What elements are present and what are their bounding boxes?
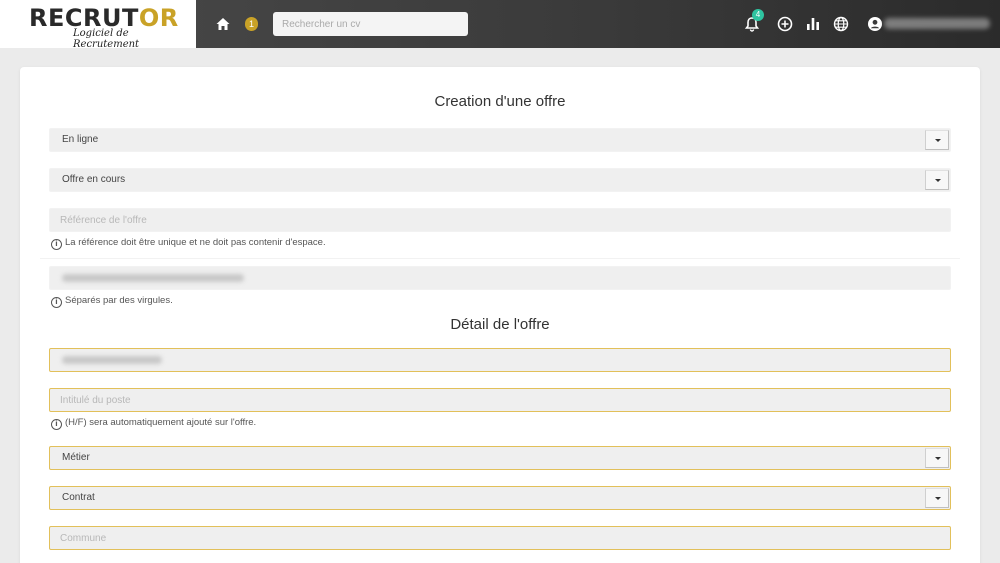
- metier-select-value: Métier: [62, 452, 90, 463]
- user-icon[interactable]: [866, 15, 884, 33]
- plus-circle-icon[interactable]: [776, 15, 794, 33]
- page-title: Creation d'une offre: [434, 93, 566, 110]
- status-select[interactable]: En ligne: [49, 128, 951, 152]
- job-title-help: i (H/F) sera automatiquement ajouté sur l…: [51, 417, 257, 430]
- home-icon[interactable]: [215, 16, 231, 32]
- chevron-down-icon[interactable]: [925, 170, 949, 190]
- tags-help: i Séparés par des virgules.: [51, 295, 173, 308]
- chevron-down-icon[interactable]: [925, 488, 949, 508]
- offer-state-select-value: Offre en cours: [62, 174, 126, 185]
- company-input[interactable]: redacted: [49, 348, 951, 372]
- reference-help-text: La référence doit être unique et ne doit…: [65, 237, 326, 248]
- tags-help-text: Séparés par des virgules.: [65, 295, 173, 306]
- status-select-value: En ligne: [62, 134, 99, 145]
- logo-subtitle: Logiciel de Recrutement: [73, 28, 140, 50]
- info-icon: i: [51, 297, 62, 308]
- notifications-count: 4: [752, 9, 764, 21]
- tags-input-value: redacted: [62, 274, 244, 282]
- user-name[interactable]: user name: [884, 18, 990, 29]
- info-icon: i: [51, 239, 62, 250]
- company-input-value: redacted: [62, 356, 162, 364]
- chevron-down-icon[interactable]: [925, 130, 949, 150]
- detail-section-title: Détail de l'offre: [450, 316, 550, 333]
- tags-input[interactable]: redacted: [49, 266, 951, 290]
- logo[interactable]: RECRUTOR Logiciel de Recrutement: [0, 0, 196, 50]
- reference-input[interactable]: [49, 208, 951, 232]
- offer-state-select[interactable]: Offre en cours: [49, 168, 951, 192]
- contrat-select[interactable]: Contrat: [49, 486, 951, 510]
- contrat-select-value: Contrat: [62, 492, 95, 503]
- top-navbar: RECRUTOR Logiciel de Recrutement 1 4 use…: [0, 0, 1000, 50]
- commune-input[interactable]: [49, 526, 951, 550]
- job-title-help-text: (H/F) sera automatiquement ajouté sur l'…: [65, 417, 257, 428]
- info-icon: i: [51, 419, 62, 430]
- globe-icon[interactable]: [832, 15, 850, 33]
- search-input[interactable]: [273, 12, 468, 36]
- divider: [40, 258, 960, 259]
- reference-help: i La référence doit être unique et ne doi…: [51, 237, 326, 250]
- job-title-input[interactable]: [49, 388, 951, 412]
- metier-select[interactable]: Métier: [49, 446, 951, 470]
- bar-chart-icon[interactable]: [804, 15, 822, 33]
- pending-badge[interactable]: 1: [245, 17, 258, 31]
- chevron-down-icon[interactable]: [925, 448, 949, 468]
